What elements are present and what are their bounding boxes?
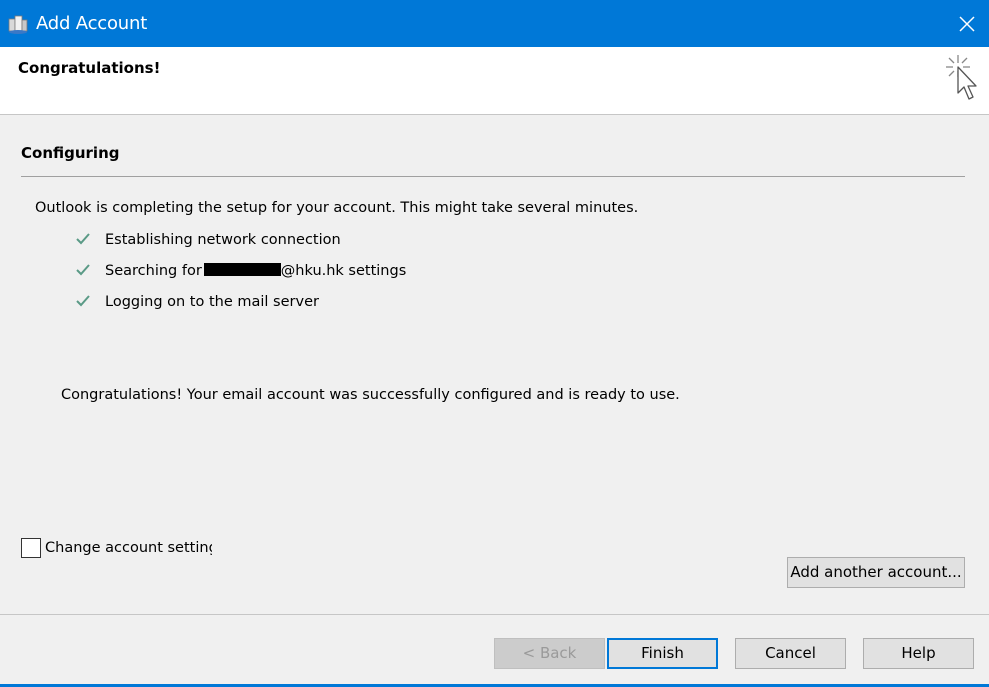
help-button[interactable]: Help — [863, 638, 974, 669]
footer-divider — [0, 614, 989, 615]
change-settings-checkbox[interactable] — [21, 538, 41, 558]
wizard-header: Congratulations! — [0, 47, 989, 115]
success-message: Congratulations! Your email account was … — [61, 387, 680, 403]
change-settings-label[interactable]: Change account settings — [45, 540, 212, 556]
section-divider — [21, 176, 965, 177]
page-heading: Congratulations! — [18, 59, 161, 77]
back-button[interactable]: < Back — [494, 638, 605, 669]
title-bar: Add Account — [0, 0, 989, 47]
cancel-button[interactable]: Cancel — [735, 638, 846, 669]
close-icon[interactable] — [950, 6, 984, 40]
step-label: Establishing network connection — [105, 232, 341, 248]
checkmark-icon — [76, 295, 90, 307]
setup-description: Outlook is completing the setup for your… — [35, 200, 639, 216]
checkmark-icon — [76, 264, 90, 276]
finish-button[interactable]: Finish — [607, 638, 718, 669]
redacted-email — [203, 263, 281, 276]
section-title: Configuring — [21, 144, 120, 162]
window-title: Add Account — [36, 13, 148, 34]
step-label-suffix: @hku.hk settings — [280, 263, 407, 279]
outlook-account-icon — [8, 15, 28, 34]
step-label: Searching for @hku.hk settings — [105, 263, 406, 279]
checkmark-icon — [76, 233, 90, 245]
step-label: Logging on to the mail server — [105, 294, 319, 310]
step-label-prefix: Searching for — [105, 263, 202, 279]
cursor-sparkle-icon — [946, 55, 977, 100]
add-another-account-button[interactable]: Add another account... — [787, 557, 965, 588]
